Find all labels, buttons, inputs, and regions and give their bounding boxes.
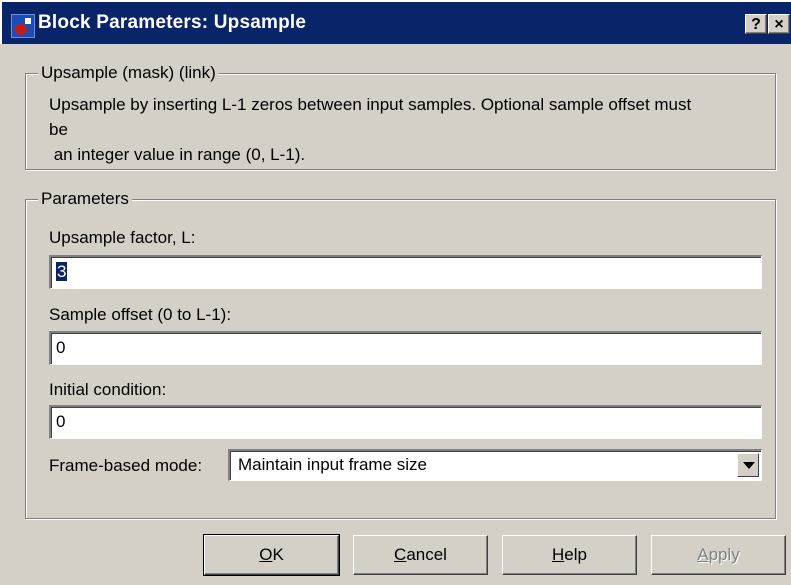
cancel-button[interactable]: Cancel (353, 535, 488, 575)
parameters-group-legend: Parameters (38, 189, 132, 209)
apply-button[interactable]: Apply (651, 535, 786, 575)
simulink-block-icon (11, 14, 35, 38)
help-button-label: elp (564, 545, 587, 564)
help-button-mnemonic: H (552, 545, 565, 564)
help-button[interactable]: Help (502, 535, 637, 575)
ok-button-label: K (272, 545, 284, 564)
mask-description: Upsample by inserting L-1 zeros between … (49, 92, 769, 167)
apply-button-label: pply (708, 545, 740, 564)
mask-group-legend: Upsample (mask) (link) (38, 63, 219, 83)
description-line-1: Upsample by inserting L-1 zeros between … (49, 95, 692, 114)
sample-offset-value: 0 (56, 338, 66, 357)
sample-offset-field[interactable]: 0 (49, 331, 762, 365)
upsample-factor-label: Upsample factor, L: (49, 228, 196, 247)
close-icon[interactable]: × (768, 14, 790, 34)
initial-condition-value: 0 (56, 412, 66, 431)
description-line-3: an integer value in range (0, L-1). (49, 145, 306, 164)
help-icon[interactable]: ? (745, 14, 767, 34)
window-title: Block Parameters: Upsample (38, 12, 307, 33)
frame-mode-label: Frame-based mode: (49, 456, 203, 475)
description-line-2: be (49, 120, 68, 139)
ok-button[interactable]: OK (203, 534, 340, 576)
sample-offset-label: Sample offset (0 to L-1): (49, 305, 232, 324)
frame-mode-value: Maintain input frame size (238, 455, 427, 474)
initial-condition-field[interactable]: 0 (49, 405, 762, 439)
apply-button-mnemonic: A (697, 545, 709, 564)
ok-button-mnemonic: O (259, 545, 273, 564)
frame-mode-select[interactable]: Maintain input frame size (228, 449, 762, 481)
upsample-factor-value: 3 (56, 262, 68, 281)
chevron-down-icon[interactable] (737, 453, 759, 477)
title-bar[interactable]: Block Parameters: Upsample ? × (0, 0, 791, 44)
initial-condition-label: Initial condition: (49, 380, 167, 399)
cancel-button-label: ancel (406, 545, 447, 564)
upsample-factor-field[interactable]: 3 (49, 255, 762, 289)
cancel-button-mnemonic: C (394, 545, 407, 564)
